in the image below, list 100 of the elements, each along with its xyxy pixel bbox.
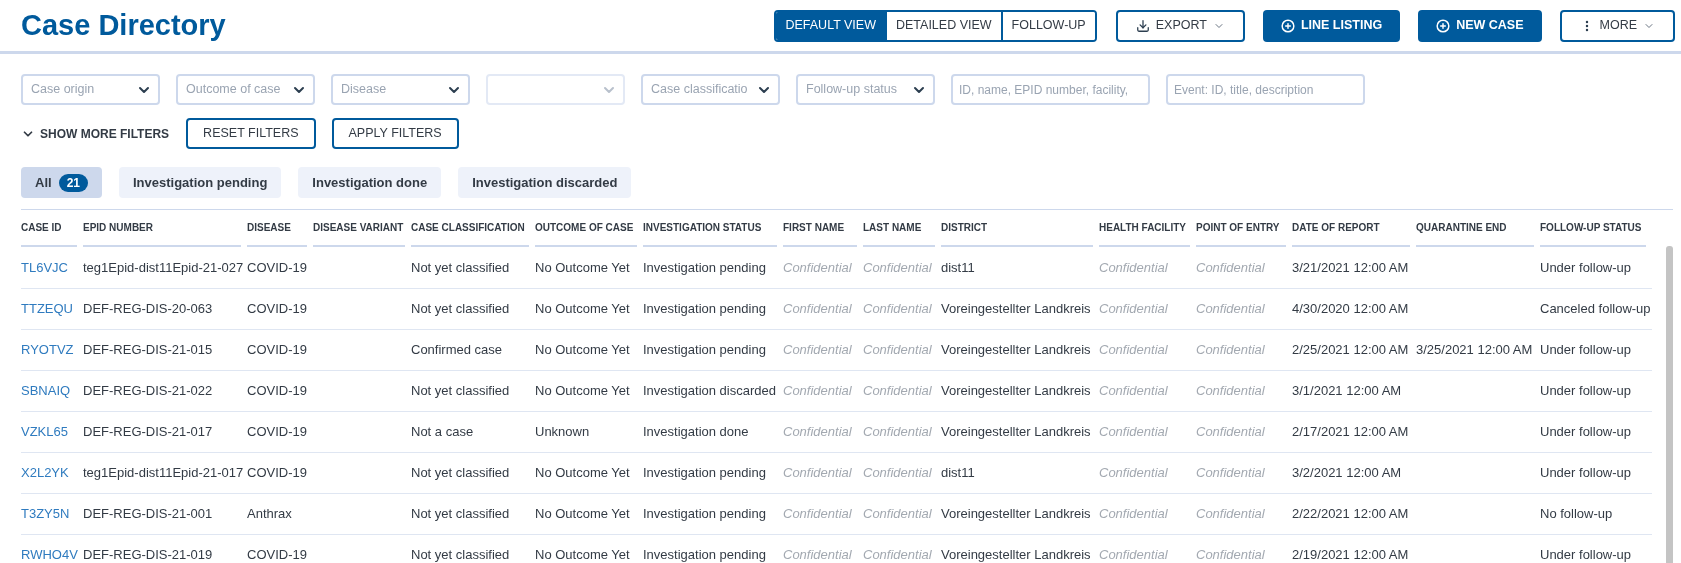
table-cell: No Outcome Yet <box>535 465 630 481</box>
table-cell: Confirmed case <box>411 341 503 357</box>
column-header: CASE ID <box>21 220 77 247</box>
table-cell: 3/21/2021 12:00 AM <box>1292 259 1409 275</box>
table-cell: Under follow-up <box>1540 382 1632 398</box>
table-cell: Confidential <box>1099 341 1168 357</box>
table-cell: Investigation pending <box>643 259 766 275</box>
table-cell: DEF-REG-DIS-20-063 <box>83 300 213 316</box>
action-button[interactable]: LINE LISTING <box>1262 9 1401 42</box>
table-cell: Not a case <box>411 424 474 440</box>
table-cell: Under follow-up <box>1540 424 1632 440</box>
table-cell: Voreingestellter Landkreis <box>941 424 1091 440</box>
view-tab[interactable]: FOLLOW-UP <box>1000 11 1095 40</box>
table-cell: Confidential <box>1196 547 1265 563</box>
table-cell: No Outcome Yet <box>535 506 630 522</box>
table-cell: COVID-19 <box>247 341 307 357</box>
table-cell: COVID-19 <box>247 547 307 563</box>
table-cell: Voreingestellter Landkreis <box>941 382 1091 398</box>
table-cell: Confidential <box>1099 506 1168 522</box>
table-cell: dist11 <box>941 465 975 481</box>
table-cell: Not yet classified <box>411 300 510 316</box>
table-cell: 2/19/2021 12:00 AM <box>1292 547 1409 563</box>
column-header: FOLLOW-UP STATUS <box>1540 220 1646 247</box>
table-cell: Confidential <box>1099 382 1168 398</box>
table-cell: dist11 <box>941 259 975 275</box>
table-cell: Unknown <box>535 424 590 440</box>
table-cell: Confidential <box>1099 547 1168 563</box>
table-cell: Confidential <box>1099 465 1168 481</box>
table-cell: Not yet classified <box>411 465 510 481</box>
action-button[interactable]: NEW CASE <box>1418 9 1542 42</box>
table-cell: Confidential <box>863 424 932 440</box>
table-cell: Confidential <box>1196 465 1265 481</box>
table-cell: Confidential <box>783 341 852 357</box>
table-cell: Confidential <box>1196 382 1265 398</box>
column-header: CASE CLASSIFICATION <box>411 220 529 247</box>
column-header: DISTRICT <box>941 220 1093 247</box>
table-cell: Confidential <box>863 300 932 316</box>
table-cell: Confidential <box>863 341 932 357</box>
count-badge: 21 <box>58 173 88 192</box>
show-more-filters-toggle[interactable]: SHOW MORE FILTERS <box>21 124 170 143</box>
case-id-link[interactable]: TTZEQU <box>21 300 73 316</box>
search-field[interactable]: Event: ID, title, description <box>1166 74 1365 105</box>
case-id-link[interactable]: VZKL65 <box>21 424 68 440</box>
table-cell: Investigation pending <box>643 341 766 357</box>
table-cell: COVID-19 <box>247 259 307 275</box>
case-id-link[interactable]: RWHO4V <box>21 547 78 563</box>
case-id-link[interactable]: SBNAIQ <box>21 382 71 398</box>
table-cell: Anthrax <box>247 506 292 522</box>
table-cell: COVID-19 <box>247 465 307 481</box>
table-cell: Under follow-up <box>1540 259 1632 275</box>
table-cell: No Outcome Yet <box>535 259 630 275</box>
table-cell: 3/1/2021 12:00 AM <box>1292 382 1402 398</box>
table-cell: No Outcome Yet <box>535 382 630 398</box>
menu-button[interactable]: EXPORT <box>1115 9 1245 42</box>
case-id-link[interactable]: X2L2YK <box>21 465 69 481</box>
status-tab[interactable]: Investigation done <box>298 167 442 198</box>
table-cell: 4/30/2020 12:00 AM <box>1292 300 1409 316</box>
column-header: EPID NUMBER <box>83 220 241 247</box>
status-tab[interactable]: Investigation pending <box>119 167 282 198</box>
table-cell: DEF-REG-DIS-21-001 <box>83 506 213 522</box>
filter-button[interactable]: RESET FILTERS <box>186 118 316 149</box>
view-tab[interactable]: DEFAULT VIEW <box>776 11 885 40</box>
table-cell: Investigation pending <box>643 547 766 563</box>
table-cell: Investigation discarded <box>643 382 776 398</box>
table-cell: 2/25/2021 12:00 AM <box>1292 341 1409 357</box>
menu-button[interactable]: MORE <box>1559 9 1675 42</box>
table-cell: Confidential <box>783 424 852 440</box>
table-cell: Voreingestellter Landkreis <box>941 506 1091 522</box>
status-tab[interactable]: Investigation discarded <box>458 167 632 198</box>
column-header: FIRST NAME <box>783 220 857 247</box>
table-cell: 3/2/2021 12:00 AM <box>1292 465 1402 481</box>
table-cell: Confidential <box>1099 300 1168 316</box>
table-cell: Confidential <box>783 547 852 563</box>
table-cell: Confidential <box>1099 259 1168 275</box>
table-cell: DEF-REG-DIS-21-015 <box>83 341 213 357</box>
column-header: HEALTH FACILITY <box>1099 220 1190 247</box>
table-cell: Confidential <box>1196 506 1265 522</box>
column-header: DISEASE VARIANT <box>313 220 405 247</box>
table-cell: Canceled follow-up <box>1540 300 1651 316</box>
table-cell: Not yet classified <box>411 259 510 275</box>
table-cell: teg1Epid-dist11Epid-21-017 <box>83 465 244 481</box>
case-id-link[interactable]: T3ZY5N <box>21 506 70 522</box>
column-header: DISEASE <box>247 220 307 247</box>
filter-button[interactable]: APPLY FILTERS <box>331 118 459 149</box>
search-field[interactable]: ID, name, EPID number, facility, <box>951 74 1150 105</box>
table-cell: Confidential <box>783 259 852 275</box>
table-cell: Confidential <box>1196 341 1265 357</box>
status-tab[interactable]: All 21 <box>21 167 102 198</box>
case-id-link[interactable]: RYOTVZ <box>21 341 74 357</box>
table-cell: 3/25/2021 12:00 AM <box>1416 341 1533 357</box>
table-cell: Voreingestellter Landkreis <box>941 341 1091 357</box>
column-header: DATE OF REPORT <box>1292 220 1410 247</box>
table-cell: Confidential <box>863 465 932 481</box>
table-cell: Confidential <box>863 259 932 275</box>
column-header: QUARANTINE END <box>1416 220 1534 247</box>
table-cell: Under follow-up <box>1540 547 1632 563</box>
table-cell: teg1Epid-dist11Epid-21-027 <box>83 259 244 275</box>
table-cell: Confidential <box>783 382 852 398</box>
table-cell: COVID-19 <box>247 424 307 440</box>
case-id-link[interactable]: TL6VJC <box>21 259 68 275</box>
